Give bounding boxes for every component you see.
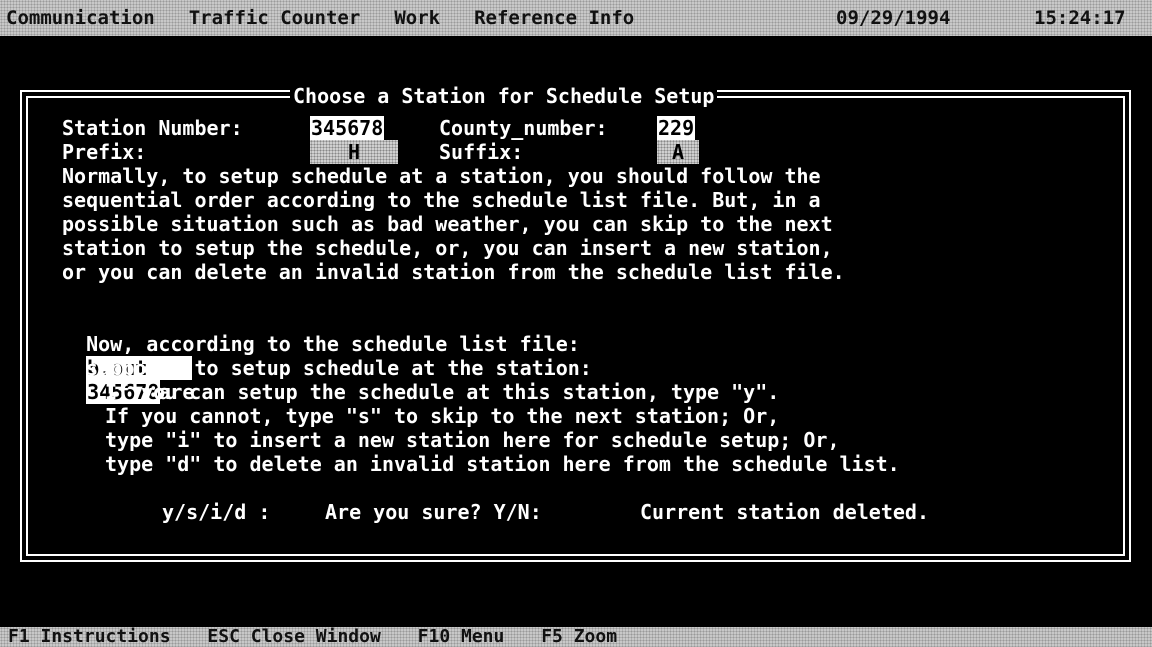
menu-reference-info[interactable]: Reference Info [474,7,634,29]
county-number-field[interactable]: 229 [657,116,696,140]
suffix-label: Suffix: [439,140,524,164]
prefix-label: Prefix: [62,140,147,164]
station-number-field[interactable]: 345678 [310,116,385,140]
menu-communication[interactable]: Communication [6,7,155,29]
f1-instructions-key[interactable]: F1 Instructions [8,627,171,647]
station-number-row: Station Number: [62,116,243,140]
info-paragraph-line-5: or you can delete an invalid station fro… [62,260,845,284]
menu-traffic-counter[interactable]: Traffic Counter [189,7,361,29]
station-expected-label: supposed to setup schedule at the statio… [86,356,592,380]
choice-prompt[interactable]: y/s/i/d : [162,500,270,524]
info-paragraph-line-3: possible situation such as bad weather, … [62,212,833,236]
info-paragraph-line-4: station to setup the schedule, or, you c… [62,236,833,260]
esc-close-window-key[interactable]: ESC Close Window [207,627,380,647]
confirm-prompt[interactable]: Are you sure? Y/N: [325,500,542,524]
info-paragraph-line-1: Normally, to setup schedule at a station… [62,164,821,188]
status-bar: F1 Instructions ESC Close Window F10 Men… [0,627,1152,647]
f5-zoom-key[interactable]: F5 Zoom [541,627,617,647]
county-number-label: County_number: [439,116,608,140]
suffix-field[interactable]: A [657,140,699,164]
info-paragraph-line-2: sequential order according to the schedu… [62,188,821,212]
instruction-line-2: If you cannot, type "s" to skip to the n… [105,404,780,428]
date-display: 09/29/1994 [836,7,951,29]
instruction-line-1: If you can setup the schedule at this st… [105,380,780,404]
menu-work[interactable]: Work [394,7,440,29]
menu-bar: Communication Traffic Counter Work Refer… [0,0,1152,36]
time-display: 15:24:17 [1034,7,1126,29]
f10-menu-key[interactable]: F10 Menu [418,627,505,647]
instruction-line-3: type "i" to insert a new station here fo… [105,428,840,452]
result-message: Current station deleted. [640,500,929,524]
dialog-title: Choose a Station for Schedule Setup [290,84,718,108]
station-number-label: Station Number: [62,116,243,140]
instruction-line-4: type "d" to delete an invalid station he… [105,452,900,476]
prefix-field[interactable]: H [310,140,398,164]
